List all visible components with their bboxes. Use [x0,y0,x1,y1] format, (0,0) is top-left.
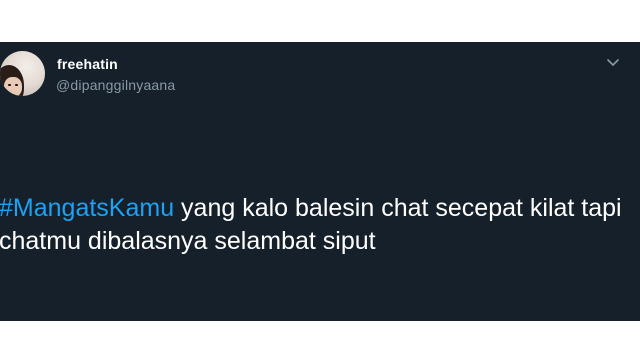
tweet-card: freehatin @dipanggilnyaana #MangatsKamu … [0,42,640,321]
avatar-eye-right [15,84,18,86]
tweet-text-line-2: chatmu dibalasnya selambat siput [0,227,376,255]
chevron-down-icon[interactable] [606,56,620,68]
chevron-down-icon-svg [607,59,619,66]
avatar[interactable] [0,51,45,96]
author-handle[interactable]: @dipanggilnyaana [56,77,175,93]
tweet-text: #MangatsKamu yang kalo balesin chat sece… [0,192,639,258]
screenshot-frame: freehatin @dipanggilnyaana #MangatsKamu … [0,0,640,360]
author-display-name[interactable]: freehatin [57,56,118,72]
tweet-text-line-1-rest: yang kalo balesin chat secepat kilat tap… [174,194,622,222]
avatar-eye-left [8,84,11,86]
avatar-face [4,77,22,96]
hashtag-link[interactable]: #MangatsKamu [0,194,174,222]
tweet-text-line-1: #MangatsKamu yang kalo balesin chat sece… [0,192,639,225]
